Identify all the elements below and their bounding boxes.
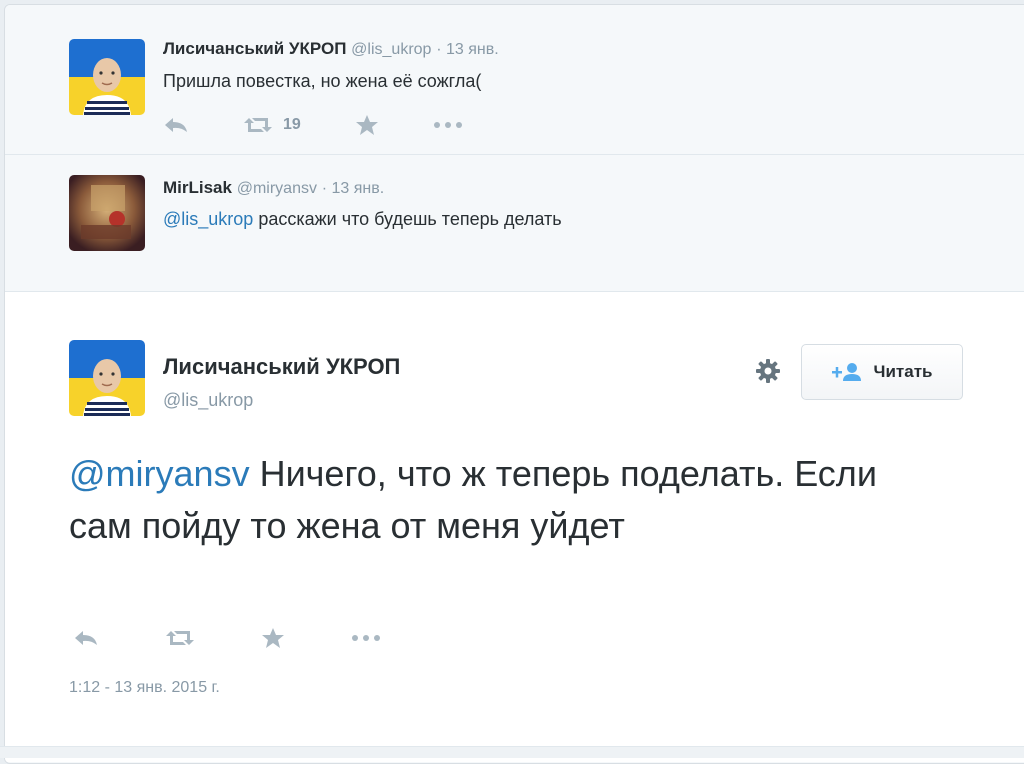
favorite-button[interactable] [261,627,285,649]
reply-button[interactable] [163,116,189,134]
more-button[interactable] [433,121,463,129]
follow-button[interactable]: Читать [801,344,963,400]
mention-link[interactable]: @miryansv [69,453,250,494]
author-name[interactable]: Лисичанський УКРОП [163,39,346,58]
reply-header: Лисичанський УКРОП @lis_ukrop · 13 янв. [163,39,499,59]
retweet-button[interactable] [165,629,195,647]
author-name[interactable]: Лисичанський УКРОП [163,354,400,380]
more-dots-icon [352,635,380,641]
star-icon [262,628,284,648]
author-handle[interactable]: @miryansv [237,180,317,197]
reply-header: MirLisak @miryansv · 13 янв. [163,178,384,198]
tweet-time[interactable]: · 13 янв. [322,180,384,197]
reply-tweet-2[interactable]: MirLisak @miryansv · 13 янв. @lis_ukrop … [5,155,1024,421]
tweet-actions: 19 [163,113,517,137]
reply-icon [75,631,97,645]
favorite-button[interactable] [355,114,379,136]
bottom-divider [0,746,1024,758]
reply-tweet-1[interactable]: Лисичанський УКРОП @lis_ukrop · 13 янв. … [5,5,1024,155]
author-name[interactable]: MirLisak [163,178,232,197]
star-icon [355,115,378,135]
retweet-icon [244,118,272,132]
follow-label: Читать [873,362,933,381]
retweet-button[interactable]: 19 [243,116,301,134]
tweet-text: Пришла повестка, но жена её сожгла( [163,71,482,91]
author-handle[interactable]: @lis_ukrop [351,41,431,58]
tweet-text: @lis_ukrop расскажи что будешь теперь де… [163,209,562,230]
author-handle[interactable]: @lis_ukrop [163,390,253,411]
ukraine-flag-avatar-icon[interactable] [69,39,145,115]
main-tweet-text: @miryansv Ничего, что ж теперь поделать.… [69,448,889,552]
gear-icon[interactable] [753,356,783,391]
more-button[interactable] [351,634,381,642]
main-tweet: Лисичанський УКРОП @lis_ukrop Читать @mi… [5,292,1024,762]
tweet-text-body: расскажи что будешь теперь делать [253,209,562,229]
add-user-icon [831,363,861,381]
tweet-time[interactable]: · 13 янв. [436,41,498,58]
mention-link[interactable]: @lis_ukrop [163,209,253,229]
tweet-thread: Лисичанський УКРОП @lis_ukrop · 13 янв. … [4,4,1024,764]
ukraine-flag-avatar-icon[interactable] [69,340,145,416]
tweet-timestamp[interactable]: 1:12 - 13 янв. 2015 г. [69,679,220,697]
more-dots-icon [433,122,462,128]
photo-avatar-icon[interactable] [69,175,145,251]
reply-icon [165,118,187,132]
retweet-count: 19 [283,116,301,133]
tweet-actions [73,627,447,649]
reply-button[interactable] [73,629,99,647]
retweet-icon [166,631,194,645]
